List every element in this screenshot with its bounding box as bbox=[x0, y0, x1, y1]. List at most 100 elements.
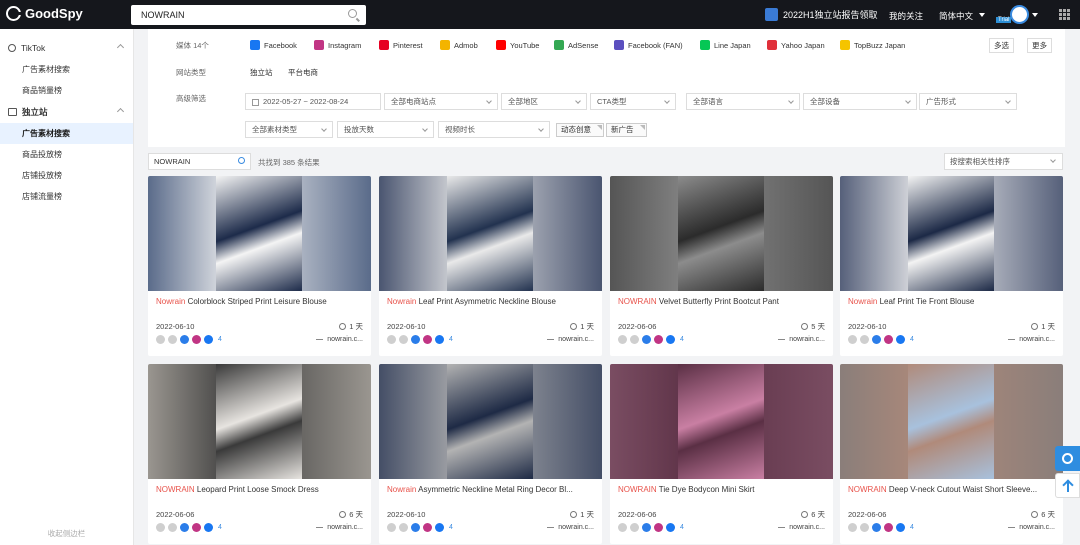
store-domain[interactable]: nowrain.c... bbox=[547, 336, 594, 343]
date-range-picker[interactable]: 2022-05-27 ~ 2022-08-24 bbox=[245, 93, 381, 110]
platform-count[interactable]: 4 bbox=[910, 524, 914, 531]
ad-card[interactable]: NOWRAIN Tie Dye Bodycon Mini Skirt 2022-0… bbox=[610, 364, 833, 544]
sidebar-item-ad-search[interactable]: 广告素材搜索 bbox=[0, 123, 133, 144]
ad-duration: 6 天 bbox=[1031, 509, 1055, 520]
ad-title[interactable]: NOWRAIN Leopard Print Loose Smock Dress bbox=[156, 485, 366, 494]
duration-value: 6 天 bbox=[811, 510, 825, 519]
filter-dropdown-row2-0[interactable]: 全部素材类型 bbox=[245, 121, 333, 138]
result-search-input[interactable]: NOWRAIN bbox=[148, 153, 251, 170]
account-chevron-icon[interactable] bbox=[1032, 13, 1038, 17]
arrow-head bbox=[1062, 479, 1074, 491]
ad-thumbnail[interactable] bbox=[148, 176, 371, 291]
platform-count[interactable]: 4 bbox=[910, 336, 914, 343]
ad-thumbnail[interactable] bbox=[610, 176, 833, 291]
store-domain[interactable]: nowrain.c... bbox=[1008, 524, 1055, 531]
ad-title[interactable]: Nowrain Asymmetric Neckline Metal Ring D… bbox=[387, 485, 597, 494]
sidebar-item-store-ads[interactable]: 店铺投放榜 bbox=[0, 165, 133, 186]
ad-duration: 6 天 bbox=[339, 509, 363, 520]
platform-count[interactable]: 4 bbox=[680, 524, 684, 531]
ad-title[interactable]: NOWRAIN Tie Dye Bodycon Mini Skirt bbox=[618, 485, 828, 494]
apple-icon bbox=[630, 335, 639, 344]
ad-title[interactable]: Nowrain Leaf Print Asymmetric Neckline B… bbox=[387, 297, 597, 306]
platform-count[interactable]: 4 bbox=[218, 336, 222, 343]
avatar[interactable] bbox=[1010, 5, 1029, 24]
new-ad-check[interactable]: 新广告 bbox=[606, 123, 647, 137]
media-option-yahoo-japan[interactable]: Yahoo Japan bbox=[767, 40, 825, 50]
ad-title[interactable]: Nowrain Leaf Print Tie Front Blouse bbox=[848, 297, 1058, 306]
platform-count[interactable]: 4 bbox=[680, 336, 684, 343]
ad-thumbnail[interactable] bbox=[840, 364, 1063, 479]
ad-title[interactable]: NOWRAIN Deep V-neck Cutout Waist Short S… bbox=[848, 485, 1058, 494]
sidebar-group-tiktok[interactable]: TikTok bbox=[0, 37, 133, 59]
language-select[interactable]: 简体中文 bbox=[939, 10, 973, 22]
ad-title[interactable]: Nowrain Colorblock Striped Print Leisure… bbox=[156, 297, 366, 306]
sidebar-group-dtc[interactable]: 独立站 bbox=[0, 101, 133, 123]
platform-count[interactable]: 4 bbox=[449, 524, 453, 531]
media-option-adsense[interactable]: AdSense bbox=[554, 40, 598, 50]
site-type-dtc[interactable]: 独立站 bbox=[250, 67, 273, 78]
sidebar-item-tiktok-ad-search[interactable]: 广告素材搜索 bbox=[0, 59, 133, 80]
ad-card[interactable]: NOWRAIN Velvet Butterfly Print Bootcut P… bbox=[610, 176, 833, 356]
sidebar-item-tiktok-sales[interactable]: 商品销量榜 bbox=[0, 80, 133, 101]
filter-dropdown-row2-2[interactable]: 视频时长 bbox=[438, 121, 550, 138]
store-domain[interactable]: nowrain.c... bbox=[778, 336, 825, 343]
store-domain[interactable]: nowrain.c... bbox=[1008, 336, 1055, 343]
sort-select[interactable]: 按搜索相关性排序 bbox=[944, 153, 1063, 170]
back-to-top-button[interactable] bbox=[1055, 473, 1080, 498]
global-search-value: NOWRAIN bbox=[141, 10, 185, 20]
ad-thumbnail[interactable] bbox=[379, 364, 602, 479]
apps-grid-icon[interactable] bbox=[1059, 9, 1070, 20]
multi-select-button[interactable]: 多选 bbox=[989, 38, 1014, 53]
filter-dropdown-3[interactable]: 全部语言 bbox=[686, 93, 800, 110]
global-search-input[interactable]: NOWRAIN bbox=[131, 5, 366, 25]
ad-duration: 1 天 bbox=[570, 321, 594, 332]
goodspy-logo[interactable]: GoodSpy bbox=[6, 6, 83, 21]
ad-card[interactable]: Nowrain Colorblock Striped Print Leisure… bbox=[148, 176, 371, 356]
more-button[interactable]: 更多 bbox=[1027, 38, 1052, 53]
store-domain[interactable]: nowrain.c... bbox=[316, 336, 363, 343]
duration-value: 6 天 bbox=[349, 510, 363, 519]
search-icon[interactable] bbox=[238, 157, 245, 164]
ad-card[interactable]: Nowrain Asymmetric Neckline Metal Ring D… bbox=[379, 364, 602, 544]
store-domain[interactable]: nowrain.c... bbox=[547, 524, 594, 531]
filter-dropdown-4[interactable]: 全部设备 bbox=[803, 93, 917, 110]
collapse-sidebar-button[interactable]: 收起侧边栏 bbox=[0, 528, 133, 539]
media-6-icon bbox=[614, 40, 624, 50]
chat-support-button[interactable] bbox=[1055, 446, 1080, 471]
ad-thumbnail[interactable] bbox=[148, 364, 371, 479]
ad-card[interactable]: NOWRAIN Leopard Print Loose Smock Dress 2… bbox=[148, 364, 371, 544]
site-type-platform[interactable]: 平台电商 bbox=[288, 67, 318, 78]
platform-count[interactable]: 4 bbox=[449, 336, 453, 343]
media-option-instagram[interactable]: Instagram bbox=[314, 40, 361, 50]
dynamic-creative-check[interactable]: 动态创意 bbox=[556, 123, 604, 137]
ad-card[interactable]: Nowrain Leaf Print Asymmetric Neckline B… bbox=[379, 176, 602, 356]
chevron-up-icon bbox=[116, 107, 125, 116]
media-option-youtube[interactable]: YouTube bbox=[496, 40, 539, 50]
platform-count[interactable]: 4 bbox=[218, 524, 222, 531]
dropdown-value: 全部地区 bbox=[508, 97, 538, 106]
media-option-line-japan[interactable]: Line Japan bbox=[700, 40, 751, 50]
store-domain[interactable]: nowrain.c... bbox=[778, 524, 825, 531]
sidebar-item-product-ads[interactable]: 商品投放榜 bbox=[0, 144, 133, 165]
media-option-admob[interactable]: Admob bbox=[440, 40, 478, 50]
filter-dropdown-row2-1[interactable]: 投放天数 bbox=[337, 121, 434, 138]
sidebar-item-store-traffic[interactable]: 店铺流量榜 bbox=[0, 186, 133, 207]
filter-dropdown-0[interactable]: 全部电商站点 bbox=[384, 93, 498, 110]
ad-card[interactable]: Nowrain Leaf Print Tie Front Blouse 2022-… bbox=[840, 176, 1063, 356]
ad-thumbnail[interactable] bbox=[379, 176, 602, 291]
ad-card[interactable]: NOWRAIN Deep V-neck Cutout Waist Short S… bbox=[840, 364, 1063, 544]
filter-dropdown-2[interactable]: CTA类型 bbox=[590, 93, 676, 110]
store-domain[interactable]: nowrain.c... bbox=[316, 524, 363, 531]
media-option-topbuzz-japan[interactable]: TopBuzz Japan bbox=[840, 40, 905, 50]
media-option-facebook[interactable]: Facebook bbox=[250, 40, 297, 50]
ad-thumbnail[interactable] bbox=[610, 364, 833, 479]
ad-thumbnail[interactable] bbox=[840, 176, 1063, 291]
my-follow-link[interactable]: 我的关注 bbox=[889, 10, 923, 22]
media-option-pinterest[interactable]: Pinterest bbox=[379, 40, 423, 50]
search-icon[interactable] bbox=[348, 9, 357, 18]
media-option-facebook-fan[interactable]: Facebook (FAN) bbox=[614, 40, 683, 50]
ad-title[interactable]: NOWRAIN Velvet Butterfly Print Bootcut P… bbox=[618, 297, 828, 306]
report-link[interactable]: 2022H1独立站报告领取 bbox=[765, 8, 878, 21]
filter-dropdown-1[interactable]: 全部地区 bbox=[501, 93, 587, 110]
filter-dropdown-5[interactable]: 广告形式 bbox=[919, 93, 1017, 110]
